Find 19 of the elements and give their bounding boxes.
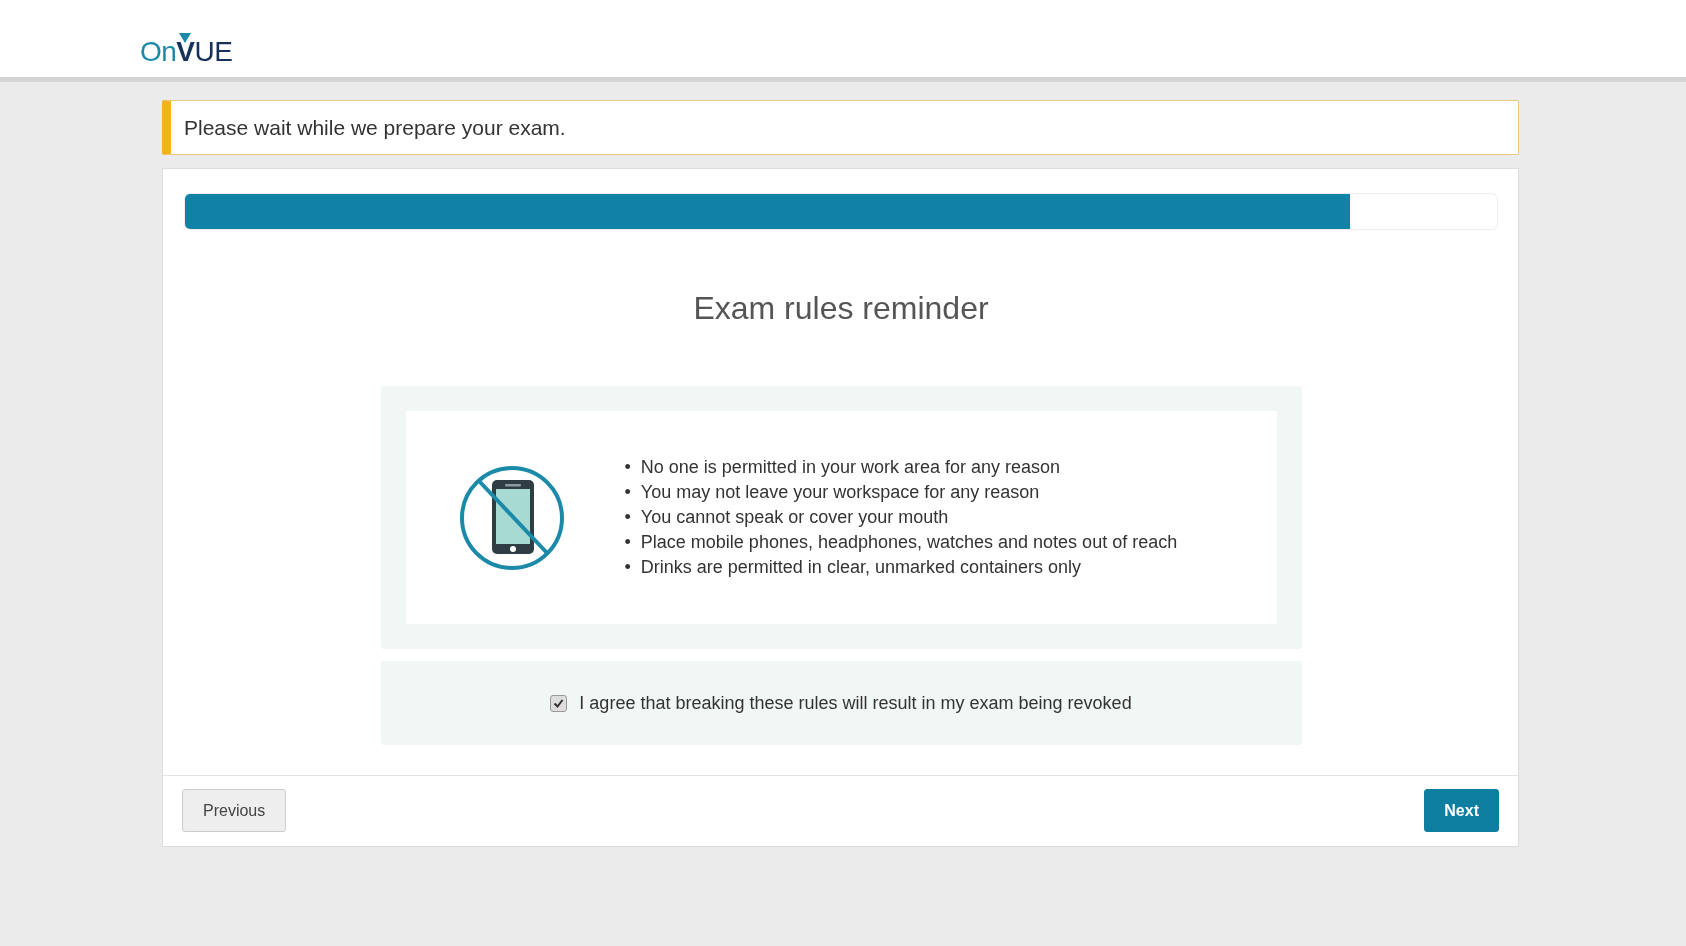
rule-item: Place mobile phones, headphones, watches and notes out of reach (640, 531, 1178, 554)
previous-button[interactable]: Previous (182, 789, 287, 832)
page-title: Exam rules reminder (693, 290, 989, 326)
bullet: • (624, 456, 631, 479)
rule-item: Drinks are permitted in clear, unmarked containers only (640, 556, 1081, 579)
next-button[interactable]: Next (1424, 789, 1499, 832)
rule-item: No one is permitted in your work area for any reason (640, 456, 1060, 479)
no-phone-icon (458, 464, 565, 571)
agreement-label: I agree that breaking these rules will result in my exam being revoked (579, 692, 1132, 714)
alert-message: Please wait while we prepare your exam. (162, 100, 1519, 155)
bullet: • (624, 506, 631, 529)
rule-item: You may not leave your workspace for any reason (640, 481, 1040, 504)
bullet: • (624, 531, 631, 554)
bullet: • (624, 481, 631, 504)
logo: OnVUE (140, 0, 233, 68)
agree-checkbox[interactable] (550, 694, 568, 712)
bullet: • (624, 556, 631, 579)
rule-item: You cannot speak or cover your mouth (640, 506, 949, 529)
check-icon (553, 697, 565, 709)
